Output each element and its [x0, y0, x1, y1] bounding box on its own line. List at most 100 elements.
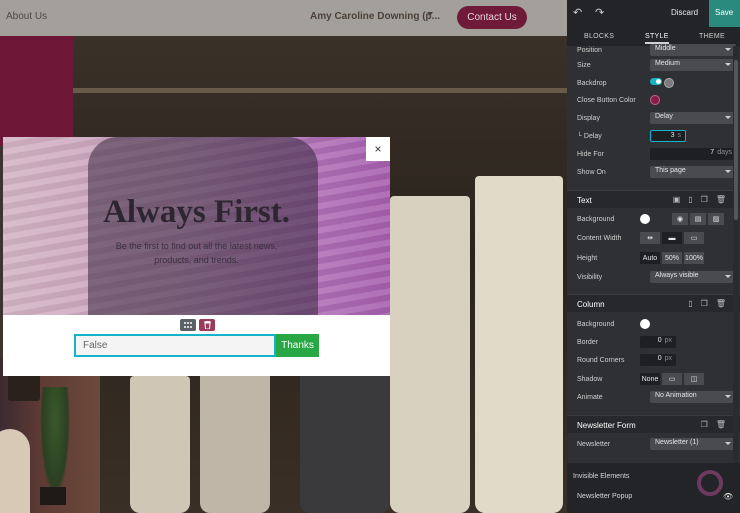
grip-icon[interactable] — [180, 319, 196, 331]
copy-icon[interactable]: ❐ — [701, 195, 708, 204]
column-shadow: Shadow None ▭ ◫ — [577, 372, 730, 386]
height-100[interactable]: 100% — [684, 252, 704, 264]
popup-title[interactable]: Always First. — [3, 194, 390, 231]
position-select[interactable]: Middle — [650, 44, 736, 56]
option-display: Display Delay — [577, 111, 736, 125]
trash-icon[interactable]: 🗑 — [716, 299, 726, 308]
discard-button[interactable]: Discard — [671, 8, 698, 17]
camera-icon[interactable]: ◉ — [672, 213, 688, 225]
column-background: Background — [577, 317, 730, 331]
corners-value: 0 — [657, 355, 662, 362]
eye-icon[interactable]: 👁 — [723, 492, 733, 501]
shadow-none[interactable]: None — [640, 373, 660, 385]
invisible-title: Invisible Elements — [573, 473, 630, 480]
corners-unit: px — [664, 355, 672, 362]
trash-icon[interactable]: 🗑 — [716, 195, 726, 204]
height-buttons: Auto 50% 100% — [640, 252, 706, 264]
text-bg-swatch[interactable] — [640, 214, 650, 224]
garment — [390, 196, 470, 513]
delay-input[interactable]: 3s — [650, 130, 686, 142]
popup-subtitle[interactable]: Be the first to find out all the latest … — [103, 239, 290, 267]
show-on-select[interactable]: This page — [650, 166, 736, 178]
close-icon[interactable]: × — [366, 137, 390, 161]
image-icon[interactable]: ▣ — [673, 195, 681, 204]
mobile-icon[interactable]: ▯ — [688, 195, 692, 204]
user-menu[interactable]: Amy Caroline Downing (p... — [310, 11, 440, 22]
picture-icon[interactable]: ▨ — [708, 213, 724, 225]
content-width-label: Content Width — [577, 234, 622, 242]
column-bg-swatch[interactable] — [640, 319, 650, 329]
shadow-outset-icon[interactable]: ▭ — [662, 373, 682, 385]
text-background-label: Background — [577, 215, 615, 223]
undo-icon[interactable]: ↶ — [573, 8, 583, 19]
chevron-down-icon[interactable] — [427, 12, 433, 16]
width-full-icon[interactable]: ⇹ — [640, 232, 660, 244]
redo-icon[interactable]: ↷ — [595, 8, 605, 19]
animate-select[interactable]: No Animation — [650, 391, 736, 403]
width-small-icon[interactable]: ▭ — [684, 232, 704, 244]
nav-link-about[interactable]: About Us — [6, 11, 47, 22]
copy-icon[interactable]: ❐ — [701, 299, 708, 308]
size-select[interactable]: Medium — [650, 59, 736, 71]
corners-input[interactable]: 0 px — [640, 354, 676, 366]
height-label: Height — [577, 254, 598, 262]
delay-value: 3 — [670, 132, 675, 139]
left-accent-block — [0, 36, 73, 146]
border-unit: px — [664, 337, 672, 344]
position-label: Position — [577, 46, 602, 54]
border-input[interactable]: 0 px — [640, 336, 676, 348]
plant — [40, 387, 70, 497]
plant-pot — [40, 487, 66, 505]
display-label: Display — [577, 114, 600, 122]
hide-for-unit: days — [717, 149, 732, 156]
editor-topbar: ↶ ↷ Discard Save — [567, 0, 740, 27]
section-newsletter-title: Newsletter Form — [577, 421, 636, 430]
text-height: Height Auto 50% 100% — [577, 251, 730, 265]
tab-blocks[interactable]: BLOCKS — [584, 33, 614, 40]
height-50[interactable]: 50% — [662, 252, 682, 264]
form-controls — [180, 319, 215, 331]
newsletter-email-input[interactable]: False — [74, 334, 276, 357]
content-width-buttons: ⇹ ▬ ▭ — [640, 232, 706, 244]
column-corners: Round Corners 0 px — [577, 353, 730, 367]
film-icon[interactable]: ▤ — [690, 213, 706, 225]
option-size: Size Medium — [577, 58, 736, 72]
newsletter-select[interactable]: Newsletter (1) — [650, 438, 736, 450]
trash-icon[interactable] — [199, 319, 215, 331]
visibility-label: Visibility — [577, 273, 603, 281]
delay-label: └ Delay — [577, 132, 602, 140]
border-value: 0 — [657, 337, 662, 344]
text-visibility: Visibility Always visible — [577, 270, 736, 284]
option-show-on: Show On This page — [577, 165, 736, 179]
copy-icon[interactable]: ❐ — [701, 420, 708, 429]
border-label: Border — [577, 338, 599, 346]
close-color-label: Close Button Color — [577, 96, 636, 104]
mobile-icon[interactable]: ▯ — [688, 299, 692, 308]
animate-label: Animate — [577, 393, 603, 401]
invisible-item-popup[interactable]: Newsletter Popup — [577, 493, 632, 500]
hide-for-label: Hide For — [577, 150, 604, 158]
backdrop-color-swatch[interactable] — [664, 78, 674, 88]
close-color-swatch[interactable] — [650, 95, 660, 105]
section-column-header: Column ▯ ❐ 🗑 — [567, 294, 740, 312]
backdrop-toggle[interactable] — [650, 78, 662, 85]
delay-unit: s — [677, 132, 682, 139]
display-select[interactable]: Delay — [650, 112, 736, 124]
hide-for-input[interactable]: 7 days — [650, 148, 736, 160]
size-label: Size — [577, 61, 591, 69]
column-border: Border 0 px — [577, 335, 730, 349]
option-delay: └ Delay 3s — [577, 129, 730, 143]
show-on-label: Show On — [577, 168, 606, 176]
save-button[interactable]: Save — [709, 0, 740, 27]
contact-us-button[interactable]: Contact Us — [457, 6, 527, 29]
shadow-inset-icon[interactable]: ◫ — [684, 373, 704, 385]
subscribe-button[interactable]: Thanks — [276, 334, 319, 357]
text-background: Background ◉ ▤ ▨ — [577, 212, 730, 226]
trash-icon[interactable]: 🗑 — [716, 420, 726, 429]
tab-theme[interactable]: THEME — [699, 33, 725, 40]
section-column-title: Column — [577, 300, 605, 309]
panel-scroll-thumb[interactable] — [734, 60, 738, 220]
visibility-select[interactable]: Always visible — [650, 271, 736, 283]
width-medium-icon[interactable]: ▬ — [662, 232, 682, 244]
height-auto[interactable]: Auto — [640, 252, 660, 264]
